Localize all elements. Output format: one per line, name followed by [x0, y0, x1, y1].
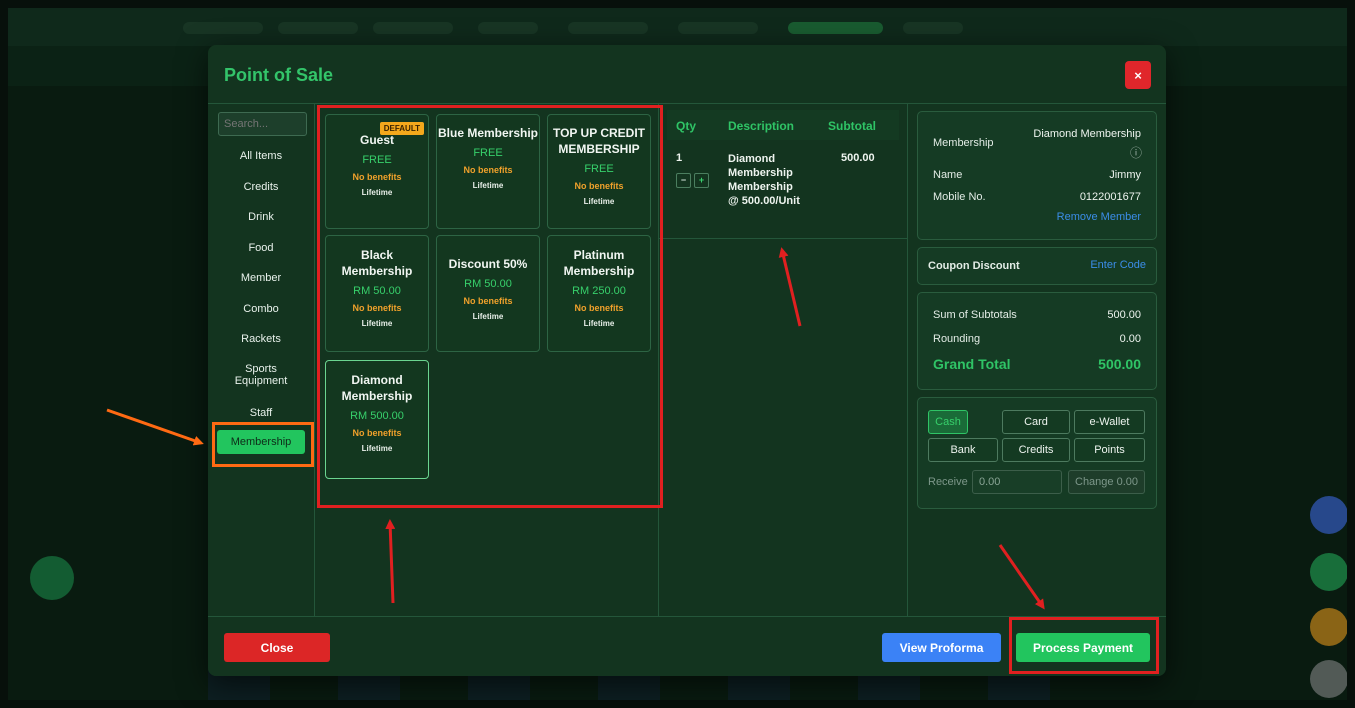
category-all-items[interactable]: All Items	[208, 150, 314, 162]
sum-label: Sum of Subtotals	[933, 309, 1017, 321]
qty-plus-button[interactable]: +	[694, 173, 709, 188]
membership-highlight	[212, 422, 314, 467]
close-icon[interactable]: ×	[1125, 61, 1151, 89]
sum-value: 500.00	[1107, 309, 1141, 321]
category-member[interactable]: Member	[208, 272, 314, 284]
member-info-box: Membership Diamond Membership ⓘ Name Jim…	[917, 111, 1157, 240]
info-icon[interactable]: ⓘ	[1130, 144, 1142, 161]
modal-title: Point of Sale	[224, 65, 334, 85]
cash-button[interactable]: Cash	[928, 410, 968, 434]
enter-code-link[interactable]: Enter Code	[1090, 259, 1146, 271]
grand-total-label: Grand Total	[933, 356, 1011, 372]
category-staff[interactable]: Staff	[208, 407, 314, 419]
category-combo[interactable]: Combo	[208, 303, 314, 315]
coupon-label: Coupon Discount	[928, 260, 1020, 272]
category-sidebar: All Items Credits Drink Food Member Comb…	[208, 104, 315, 616]
cart-header: Qty Description Subtotal	[667, 110, 899, 140]
qty-header: Qty	[676, 119, 697, 133]
modal-header: Point of Sale ×	[208, 45, 1166, 104]
coupon-box: Coupon Discount Enter Code	[917, 247, 1157, 285]
payment-box: Cash Card e-Wallet Bank Credits Points R…	[917, 397, 1157, 509]
category-rackets[interactable]: Rackets	[208, 333, 314, 345]
rounding-value: 0.00	[1119, 333, 1141, 345]
membership-label: Membership	[933, 137, 994, 149]
bank-button[interactable]: Bank	[928, 438, 998, 462]
subtotal-header: Subtotal	[828, 119, 876, 133]
credits-button[interactable]: Credits	[1002, 438, 1070, 462]
change-value: 0.00	[1116, 476, 1139, 488]
ewallet-button[interactable]: e-Wallet	[1074, 410, 1145, 434]
membership-value: Diamond Membership	[1033, 128, 1141, 140]
category-drink[interactable]: Drink	[208, 211, 314, 223]
category-credits[interactable]: Credits	[208, 181, 314, 193]
points-button[interactable]: Points	[1074, 438, 1145, 462]
rounding-label: Rounding	[933, 333, 981, 345]
cart-qty: 1	[676, 152, 683, 164]
change-label: Change	[1075, 476, 1114, 488]
cart-panel: Qty Description Subtotal 1 − + Diamond M…	[659, 104, 908, 616]
product-grid-highlight	[317, 105, 663, 508]
cart-description: Diamond Membership Membership @ 500.00/U…	[728, 153, 800, 207]
checkout-panel: Membership Diamond Membership ⓘ Name Jim…	[908, 104, 1166, 616]
cart-row: 1 − + Diamond Membership Membership @ 50…	[659, 142, 907, 239]
description-header: Description	[728, 119, 795, 133]
qty-minus-button[interactable]: −	[676, 173, 691, 188]
category-food[interactable]: Food	[208, 242, 314, 254]
mobile-value: 0122001677	[1079, 191, 1141, 203]
totals-box: Sum of Subtotals 500.00 Rounding 0.00 Gr…	[917, 292, 1157, 390]
name-label: Name	[933, 169, 963, 181]
category-sports-equipment[interactable]: Sports Equipment	[208, 363, 314, 387]
receive-label: Receive	[928, 476, 968, 488]
change-display: Change 0.00	[1068, 470, 1145, 494]
grand-total-value: 500.00	[1098, 356, 1141, 372]
process-payment-highlight	[1009, 617, 1159, 674]
name-value: Jimmy	[1109, 169, 1141, 181]
remove-member-link[interactable]: Remove Member	[1057, 211, 1141, 223]
card-button[interactable]: Card	[1002, 410, 1070, 434]
close-button[interactable]: Close	[224, 633, 330, 662]
search-input[interactable]	[218, 112, 307, 136]
view-proforma-button[interactable]: View Proforma	[882, 633, 1001, 662]
mobile-label: Mobile No.	[933, 191, 986, 203]
cart-subtotal: 500.00	[841, 152, 875, 164]
receive-input[interactable]: 0.00	[972, 470, 1062, 494]
